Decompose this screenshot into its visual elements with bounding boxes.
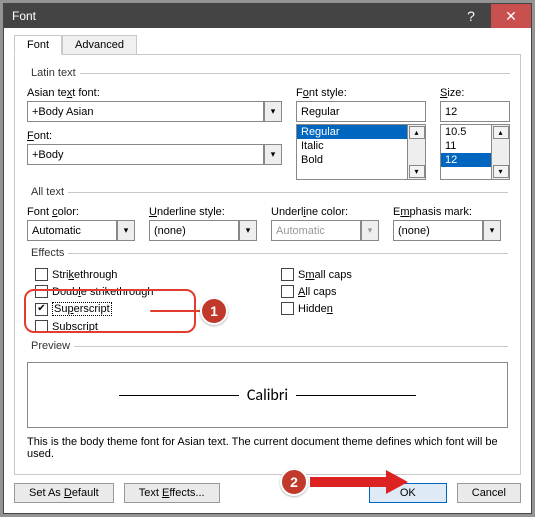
check-hidden[interactable]: Hidden bbox=[281, 302, 441, 315]
list-item[interactable]: Italic bbox=[297, 139, 407, 153]
preview-underline bbox=[296, 395, 416, 396]
titlebar: Font ? ✕ bbox=[4, 4, 531, 28]
check-subscript[interactable]: Subscript bbox=[35, 320, 267, 333]
annotation-connector-1 bbox=[150, 310, 204, 312]
input-size-value[interactable]: 12 bbox=[440, 101, 510, 122]
dialog-footer: Set As Default Text Effects... OK Cancel bbox=[14, 475, 521, 503]
annotation-badge-1: 1 bbox=[200, 297, 228, 325]
input-font-style[interactable]: Regular bbox=[296, 101, 426, 122]
chevron-down-icon[interactable]: ▾ bbox=[493, 165, 509, 178]
combo-underline-style-value[interactable]: (none) bbox=[149, 220, 239, 241]
combo-emphasis[interactable]: (none) ▾ bbox=[393, 220, 501, 241]
checkbox-icon[interactable]: ✔ bbox=[35, 303, 48, 316]
annotation-arrow bbox=[310, 470, 410, 494]
tab-bar: Font Advanced bbox=[14, 35, 521, 55]
cancel-button[interactable]: Cancel bbox=[457, 483, 521, 503]
client-area: Font Advanced Latin text Asian text font… bbox=[4, 28, 531, 513]
combo-asian-font[interactable]: +Body Asian ▾ bbox=[27, 101, 282, 122]
check-all-caps[interactable]: All caps bbox=[281, 285, 441, 298]
label-asian-font: Asian text font: bbox=[27, 87, 282, 99]
check-double-strikethrough[interactable]: Double strikethrough bbox=[35, 285, 267, 298]
combo-font-color-value[interactable]: Automatic bbox=[27, 220, 117, 241]
scrollbar[interactable]: ▴▾ bbox=[491, 125, 509, 179]
chevron-up-icon[interactable]: ▴ bbox=[493, 126, 509, 139]
preview-description: This is the body theme font for Asian te… bbox=[27, 436, 508, 460]
check-small-caps[interactable]: Small caps bbox=[281, 268, 441, 281]
input-font-style-value[interactable]: Regular bbox=[296, 101, 426, 122]
label-underline-color: Underline color: bbox=[271, 206, 379, 218]
checkbox-icon[interactable] bbox=[35, 285, 48, 298]
legend-effects: Effects bbox=[27, 247, 68, 259]
annotation-badge-2: 2 bbox=[280, 468, 308, 496]
label-underline-style: Underline style: bbox=[149, 206, 257, 218]
list-item[interactable]: 10.5 bbox=[441, 125, 491, 139]
label-emphasis: Emphasis mark: bbox=[393, 206, 501, 218]
tab-advanced[interactable]: Advanced bbox=[62, 35, 137, 55]
set-default-button[interactable]: Set As Default bbox=[14, 483, 114, 503]
label-font-color: Font color: bbox=[27, 206, 135, 218]
window-title: Font bbox=[12, 9, 451, 23]
legend-latin: Latin text bbox=[27, 67, 80, 79]
close-button[interactable]: ✕ bbox=[491, 4, 531, 28]
combo-underline-color: Automatic ▾ bbox=[271, 220, 379, 241]
combo-underline-color-value: Automatic bbox=[271, 220, 361, 241]
legend-preview: Preview bbox=[27, 340, 74, 352]
chevron-down-icon: ▾ bbox=[361, 220, 379, 241]
tab-body: Latin text Asian text font: +Body Asian … bbox=[14, 54, 521, 475]
label-size: Size: bbox=[440, 87, 510, 99]
list-item[interactable]: Bold bbox=[297, 153, 407, 167]
checkbox-icon[interactable] bbox=[35, 320, 48, 333]
combo-asian-font-value[interactable]: +Body Asian bbox=[27, 101, 264, 122]
list-item[interactable]: 12 bbox=[441, 153, 491, 167]
checkbox-icon[interactable] bbox=[35, 268, 48, 281]
chevron-down-icon[interactable]: ▾ bbox=[483, 220, 501, 241]
preview-underline bbox=[119, 395, 239, 396]
combo-font-color[interactable]: Automatic ▾ bbox=[27, 220, 135, 241]
font-dialog: Font ? ✕ Font Advanced Latin text Asian … bbox=[3, 3, 532, 514]
chevron-down-icon[interactable]: ▾ bbox=[264, 101, 282, 122]
input-size[interactable]: 12 bbox=[440, 101, 510, 122]
preview-box: Calibri bbox=[27, 362, 508, 428]
help-button[interactable]: ? bbox=[451, 4, 491, 28]
group-preview: Preview Calibri This is the body theme f… bbox=[27, 340, 508, 460]
legend-all: All text bbox=[27, 186, 68, 198]
chevron-up-icon[interactable]: ▴ bbox=[409, 126, 425, 139]
checkbox-icon[interactable] bbox=[281, 285, 294, 298]
list-item[interactable]: 11 bbox=[441, 139, 491, 153]
label-font-style: Font style: bbox=[296, 87, 426, 99]
chevron-down-icon[interactable]: ▾ bbox=[117, 220, 135, 241]
chevron-down-icon[interactable]: ▾ bbox=[409, 165, 425, 178]
preview-text: Calibri bbox=[247, 386, 288, 405]
scrollbar[interactable]: ▴▾ bbox=[407, 125, 425, 179]
chevron-down-icon[interactable]: ▾ bbox=[264, 144, 282, 165]
combo-underline-style[interactable]: (none) ▾ bbox=[149, 220, 257, 241]
check-strikethrough[interactable]: Strikethrough bbox=[35, 268, 267, 281]
checkbox-icon[interactable] bbox=[281, 268, 294, 281]
chevron-down-icon[interactable]: ▾ bbox=[239, 220, 257, 241]
combo-font[interactable]: +Body ▾ bbox=[27, 144, 282, 165]
list-size[interactable]: 10.5 11 12 ▴▾ bbox=[440, 124, 510, 180]
combo-font-value[interactable]: +Body bbox=[27, 144, 264, 165]
label-font: Font: bbox=[27, 130, 282, 142]
checkbox-icon[interactable] bbox=[281, 302, 294, 315]
combo-emphasis-value[interactable]: (none) bbox=[393, 220, 483, 241]
list-font-style[interactable]: Regular Italic Bold ▴▾ bbox=[296, 124, 426, 180]
group-effects: Effects Strikethrough Double strikethrou… bbox=[27, 247, 508, 334]
group-all-text: All text Font color: Automatic ▾ Underli… bbox=[27, 186, 508, 241]
tab-font[interactable]: Font bbox=[14, 35, 62, 55]
text-effects-button[interactable]: Text Effects... bbox=[124, 483, 220, 503]
group-latin-text: Latin text Asian text font: +Body Asian … bbox=[27, 67, 510, 180]
list-item[interactable]: Regular bbox=[297, 125, 407, 139]
check-superscript[interactable]: ✔Superscript bbox=[35, 302, 267, 316]
